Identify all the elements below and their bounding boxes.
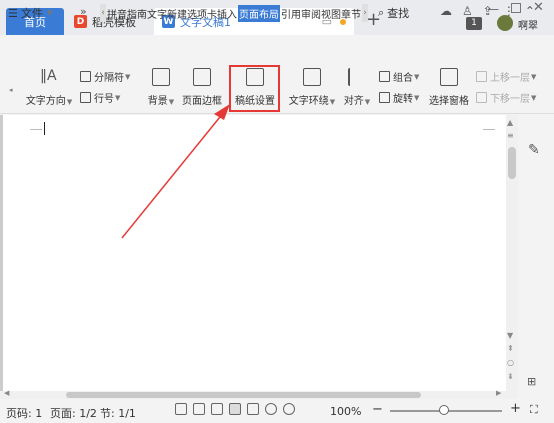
- move-down-label: 下移一层: [490, 94, 530, 105]
- zoom-level[interactable]: 100%: [330, 405, 361, 418]
- scroll-right-icon[interactable]: ▶: [496, 389, 501, 397]
- search-button[interactable]: ⌕ 查找: [378, 5, 409, 21]
- selection-pane-label: 选择窗格: [429, 96, 469, 107]
- menu-bar: [0, 36, 554, 62]
- text-cursor: [44, 122, 45, 135]
- line-number-icon: [80, 92, 91, 103]
- page-border-icon: [193, 68, 211, 86]
- line-number-label: 行号: [94, 94, 114, 105]
- margin-corner-top-left: [30, 122, 42, 130]
- ribbon-scroll-left-icon[interactable]: ◂: [8, 86, 13, 94]
- collapse-ribbon-icon[interactable]: ⌃: [525, 4, 535, 18]
- scroll-up-icon[interactable]: ▲: [507, 118, 513, 127]
- separator-icon: [80, 71, 91, 82]
- zoom-out-icon[interactable]: −: [372, 402, 383, 417]
- cloud-icon[interactable]: ☁: [440, 4, 452, 18]
- page-number-status[interactable]: 页码: 1: [6, 405, 42, 421]
- read-mode-icon[interactable]: [193, 403, 205, 415]
- more-vertical-icon[interactable]: ⋮: [503, 4, 515, 18]
- text-wrap-icon: [303, 68, 321, 86]
- next-page-icon[interactable]: ⇟: [507, 372, 514, 381]
- web-view-icon[interactable]: [265, 403, 277, 415]
- menu-tab-misc[interactable]: 拼音指南文字新建选项卡插入: [106, 6, 238, 21]
- scroll-down-icon[interactable]: ▼: [507, 331, 513, 340]
- selection-pane-button[interactable]: 选择窗格: [428, 68, 470, 107]
- pages-status[interactable]: 页面: 1/2: [50, 405, 97, 421]
- outline-view-icon[interactable]: [247, 403, 259, 415]
- menu-tab-page-layout[interactable]: 页面布局: [238, 4, 280, 22]
- menu-tabs: ‹ 拼音指南文字新建选项卡插入 页面布局 引用审阅视图章节 ›: [100, 4, 368, 22]
- chevron-down-icon: ▼: [46, 9, 53, 17]
- group-icon: [379, 71, 390, 82]
- view-mode-icons: [175, 403, 295, 415]
- background-label: 背景: [147, 96, 168, 107]
- file-menu-label: 文件: [20, 7, 43, 20]
- fit-window-icon[interactable]: ⛶: [530, 403, 538, 417]
- group-label: 组合: [393, 73, 413, 84]
- menu-tools: ☁ ♙ ⇪ ⋮ ⌃: [440, 4, 535, 18]
- manuscript-highlight-box: [229, 65, 280, 112]
- page-view-icon[interactable]: [229, 403, 241, 415]
- hamburger-icon: ☰: [8, 6, 18, 20]
- move-up-label: 上移一层: [490, 73, 530, 84]
- full-screen-icon[interactable]: [175, 403, 187, 415]
- move-up-icon: [476, 71, 487, 82]
- document-canvas[interactable]: [0, 115, 506, 391]
- background-icon: [152, 68, 170, 86]
- background-button[interactable]: 背景▼: [144, 68, 178, 107]
- pen-icon[interactable]: ✎: [528, 142, 540, 158]
- search-icon: ⌕: [378, 6, 385, 19]
- selection-pane-icon: [440, 68, 458, 86]
- text-direction-button[interactable]: ‖A 文字方向▼: [26, 68, 72, 107]
- share-icon[interactable]: ⇪: [483, 4, 493, 18]
- pen-mode-icon[interactable]: [211, 403, 223, 415]
- window-count-badge[interactable]: 1: [466, 17, 482, 30]
- zoom-in-icon[interactable]: +: [510, 401, 521, 416]
- horizontal-scroll-thumb[interactable]: [66, 392, 421, 398]
- rotate-icon: [379, 92, 390, 103]
- text-direction-label: 文字方向: [25, 96, 66, 107]
- zoom-slider-knob[interactable]: [439, 405, 449, 415]
- user-name[interactable]: 啊翠: [518, 17, 538, 32]
- rotate-button[interactable]: 旋转 ▼: [379, 90, 419, 105]
- align-icon: [348, 68, 366, 86]
- share-user-icon[interactable]: ♙: [462, 4, 473, 18]
- rotate-label: 旋转: [393, 94, 413, 105]
- page-border-button[interactable]: 页面边框: [182, 68, 222, 107]
- align-button[interactable]: 对齐▼: [341, 68, 373, 107]
- left-ruler-strip: [0, 115, 3, 391]
- text-wrap-button[interactable]: 文字环绕▼: [288, 68, 336, 107]
- vertical-scroll-thumb[interactable]: [508, 147, 516, 179]
- menu-more-button[interactable]: »: [80, 5, 87, 18]
- wps-window: 首页 D 稻壳模板 W 文字文稿1 ▭ + — ✕ 1 啊翠 ☰ 文件 ▼ » …: [0, 0, 554, 423]
- move-down-button[interactable]: 下移一层 ▼: [476, 90, 536, 105]
- section-status[interactable]: 节: 1/1: [100, 405, 136, 421]
- eye-protection-icon[interactable]: [283, 403, 295, 415]
- margin-corner-top-right: [483, 122, 495, 130]
- text-wrap-label: 文字环绕: [288, 96, 329, 107]
- search-label: 查找: [387, 7, 410, 20]
- file-menu-button[interactable]: ☰ 文件 ▼: [8, 5, 52, 21]
- menu-scroll-right-icon[interactable]: ›: [362, 4, 368, 22]
- page-border-label: 页面边框: [182, 96, 222, 107]
- grid-view-icon[interactable]: ⊞: [527, 375, 536, 388]
- menu-tab-rest[interactable]: 引用审阅视图章节: [280, 6, 362, 21]
- select-browse-object-icon[interactable]: ○: [507, 358, 514, 367]
- separator-label: 分隔符: [94, 73, 124, 84]
- move-down-icon: [476, 92, 487, 103]
- align-label: 对齐: [343, 96, 364, 107]
- text-direction-icon: ‖A: [40, 68, 57, 84]
- prev-page-icon[interactable]: ⇞: [507, 344, 514, 353]
- group-button[interactable]: 组合 ▼: [379, 69, 419, 84]
- scroll-left-icon[interactable]: ◀: [4, 389, 9, 397]
- line-number-button[interactable]: 行号 ▼: [80, 90, 120, 105]
- separator-button[interactable]: 分隔符 ▼: [80, 69, 130, 84]
- move-up-button[interactable]: 上移一层 ▼: [476, 69, 536, 84]
- ruler-toggle-icon[interactable]: ≡: [507, 131, 514, 140]
